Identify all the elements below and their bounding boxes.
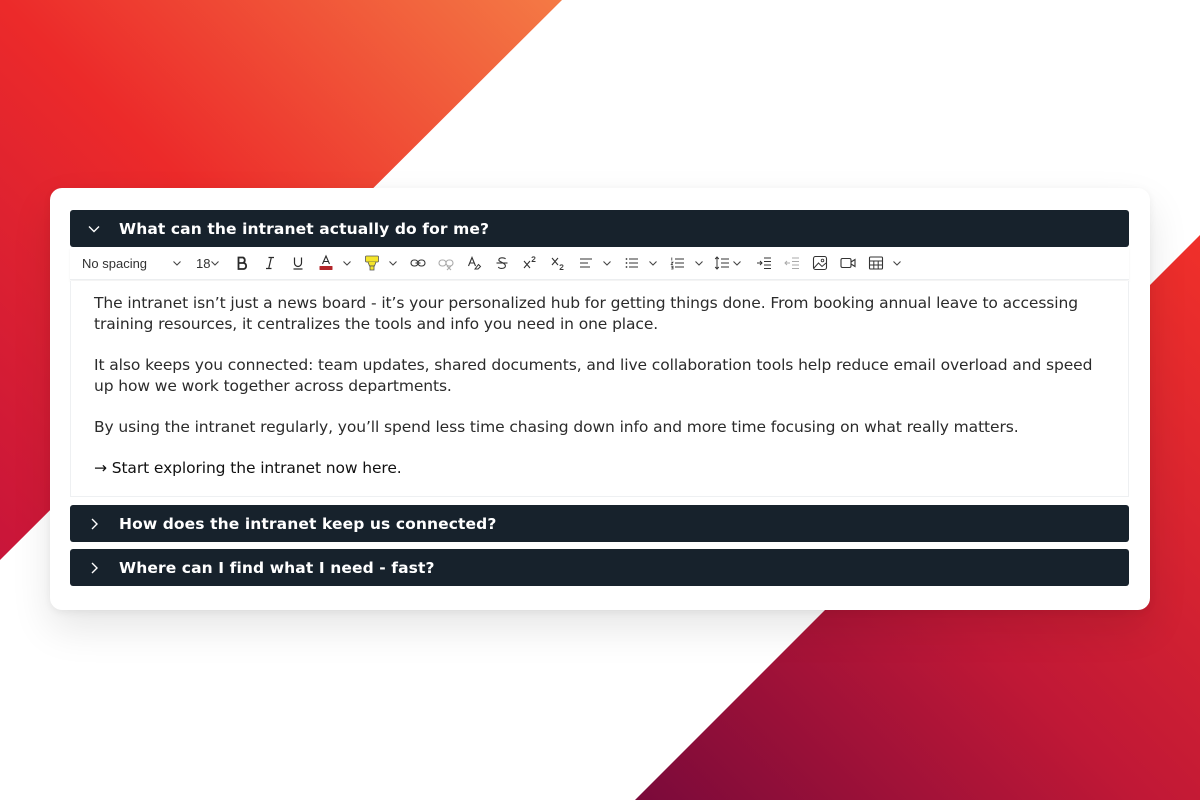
paragraph: By using the intranet regularly, you’ll … [94, 418, 1019, 436]
bold-button[interactable] [228, 251, 256, 275]
paragraph-style-dropdown[interactable]: No spacing [70, 251, 182, 275]
indent-icon [757, 257, 771, 269]
subscript-button[interactable] [544, 251, 572, 275]
clear-format-icon [467, 256, 482, 270]
highlight-button[interactable] [358, 251, 386, 275]
font-size-value: 18 [196, 255, 211, 271]
paragraph: It also keeps you connected: team update… [94, 356, 1093, 395]
chevron-down-icon [211, 261, 219, 266]
highlighter-icon [365, 255, 379, 271]
insert-video-button[interactable] [834, 251, 862, 275]
underline-icon [293, 257, 303, 270]
insert-image-button[interactable] [806, 251, 834, 275]
font-size-dropdown[interactable]: 18 [182, 251, 222, 275]
editor-toolbar: No spacing 18 [70, 247, 1129, 280]
subscript-icon [551, 257, 564, 270]
accordion-header-3[interactable]: Where can I find what I need - fast? [70, 549, 1129, 586]
chevron-right-icon [87, 517, 101, 531]
chevron-down-icon [389, 261, 397, 266]
numbered-list-button[interactable] [664, 251, 692, 275]
chevron-down-icon [695, 261, 703, 266]
accordion-title: What can the intranet actually do for me… [119, 219, 490, 238]
bullet-list-icon [625, 258, 638, 268]
superscript-button[interactable] [516, 251, 544, 275]
italic-button[interactable] [256, 251, 284, 275]
numbered-list-icon [670, 257, 684, 270]
remove-link-button[interactable] [432, 251, 460, 275]
link-icon [410, 259, 426, 267]
italic-icon [266, 256, 274, 270]
font-color-icon [319, 254, 333, 270]
arrow-right-icon: → [94, 459, 107, 477]
chevron-down-icon [173, 261, 181, 266]
font-color-button[interactable] [312, 251, 340, 275]
chevron-down-icon [87, 222, 101, 236]
accordion-title: How does the intranet keep us connected? [119, 514, 497, 533]
numbered-list-dropdown[interactable] [692, 251, 706, 275]
decrease-indent-button[interactable] [778, 251, 806, 275]
bullet-list-dropdown[interactable] [646, 251, 660, 275]
paragraph: The intranet isn’t just a news board - i… [94, 294, 1078, 333]
accordion-header-1[interactable]: What can the intranet actually do for me… [70, 210, 1129, 247]
link-text: Start exploring the intranet now here. [111, 459, 402, 477]
accordion-title: Where can I find what I need - fast? [119, 558, 435, 577]
insert-table-button[interactable] [862, 251, 890, 275]
accordion-header-2[interactable]: How does the intranet keep us connected? [70, 505, 1129, 542]
strikethrough-button[interactable] [488, 251, 516, 275]
align-left-icon [580, 258, 592, 268]
outdent-icon [784, 257, 799, 269]
chevron-down-icon [343, 261, 351, 266]
paragraph-style-value: No spacing [82, 255, 148, 271]
video-icon [840, 257, 856, 269]
align-dropdown[interactable] [600, 251, 614, 275]
insert-link-button[interactable] [404, 251, 432, 275]
rich-text-editor[interactable]: The intranet isn’t just a news board - i… [70, 281, 1129, 497]
clear-formatting-button[interactable] [460, 251, 488, 275]
highlight-dropdown[interactable] [386, 251, 400, 275]
underline-button[interactable] [284, 251, 312, 275]
line-spacing-dropdown[interactable] [730, 251, 744, 275]
bold-icon [237, 256, 247, 270]
explore-intranet-link[interactable]: → Start exploring the intranet now here. [94, 458, 1105, 479]
align-button[interactable] [572, 251, 600, 275]
superscript-icon [523, 256, 536, 269]
chevron-right-icon [87, 561, 101, 575]
chevron-down-icon [893, 261, 901, 266]
unlink-icon [438, 259, 454, 271]
faq-card: What can the intranet actually do for me… [50, 188, 1150, 610]
table-icon [868, 256, 884, 270]
image-icon [812, 255, 828, 271]
chevron-down-icon [649, 261, 657, 266]
bullet-list-button[interactable] [618, 251, 646, 275]
chevron-down-icon [733, 261, 741, 266]
chevron-down-icon [603, 261, 611, 266]
font-color-dropdown[interactable] [340, 251, 354, 275]
table-dropdown[interactable] [890, 251, 904, 275]
increase-indent-button[interactable] [750, 251, 778, 275]
line-spacing-icon [714, 256, 729, 270]
strikethrough-icon [496, 257, 508, 269]
